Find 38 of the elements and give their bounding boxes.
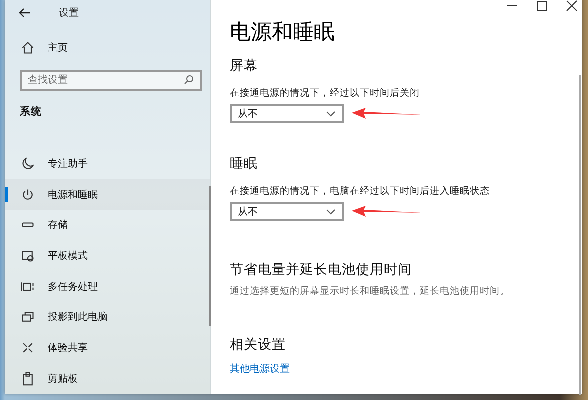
home-nav-item[interactable]: 主页 (5, 35, 210, 62)
power-icon (21, 188, 35, 202)
section-heading: 睡眠 (230, 155, 259, 173)
power-settings-link[interactable]: 其他电源设置 (230, 362, 582, 376)
page-title: 电源和睡眠 (230, 19, 336, 46)
back-arrow-icon[interactable] (19, 6, 31, 19)
sidebar-item[interactable]: 电源和睡眠 (5, 179, 210, 210)
sidebar-item[interactable]: 平板模式 (5, 240, 210, 272)
window-title: 设置 (59, 6, 79, 20)
setting-description: 在接通电源的情况下，经过以下时间后关闭 (230, 87, 421, 100)
multitask-icon (21, 280, 35, 294)
section-heading: 屏幕 (230, 57, 259, 75)
sidebar-item[interactable]: 剪贴板 (5, 363, 210, 394)
search-field[interactable]: 查找设置 (20, 70, 202, 90)
home-icon (21, 41, 35, 56)
sidebar-item[interactable]: 体验共享 (5, 332, 210, 364)
dropdown[interactable]: 从不 (230, 202, 344, 221)
moon-icon (21, 156, 35, 171)
chevron-down-icon (326, 110, 336, 116)
sidebar-item[interactable]: 投影到此电脑 (5, 302, 210, 333)
sidebar-item[interactable]: 专注助手 (5, 148, 210, 180)
chevron-down-icon (326, 208, 336, 214)
sidebar-item[interactable]: 多任务处理 (5, 271, 210, 302)
section-heading: 节省电量并延长电池使用时间 (230, 261, 413, 279)
close-icon[interactable] (566, 0, 578, 12)
sidebar-item[interactable]: 存储 (5, 210, 210, 241)
search-icon (184, 75, 194, 86)
section-heading: 相关设置 (230, 336, 287, 354)
tablet-icon (21, 248, 35, 263)
search-placeholder: 查找设置 (28, 74, 68, 88)
clipboard-icon (21, 372, 35, 386)
share-icon (21, 340, 35, 355)
maximize-icon[interactable] (536, 0, 548, 12)
projector-screen-icon (21, 310, 35, 324)
setting-description: 在接通电源的情况下，电脑在经过以下时间后进入睡眠状态 (230, 185, 491, 198)
section-description: 通过选择更短的屏幕显示时长和睡眠设置，延长电池使用时间。 (230, 285, 511, 298)
dropdown[interactable]: 从不 (230, 104, 344, 123)
section-heading: 系统 (20, 104, 43, 118)
